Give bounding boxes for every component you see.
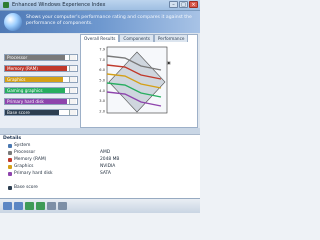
score-value-box bbox=[69, 77, 76, 82]
play-icon[interactable] bbox=[36, 202, 45, 210]
detail-value: AMD bbox=[100, 150, 111, 155]
score-value-box bbox=[69, 55, 76, 60]
save-icon[interactable] bbox=[47, 202, 56, 210]
detail-value: 2048 MB bbox=[100, 157, 120, 162]
banner-description: Shows your computer's performance rating… bbox=[26, 15, 192, 26]
bottom-toolbar bbox=[0, 198, 200, 213]
title-bar: Enhanced Windows Experience Index – □ × bbox=[0, 0, 200, 11]
memory-icon bbox=[8, 158, 12, 162]
y-tick-label: 3.0 bbox=[99, 99, 105, 103]
y-tick-label: 4.0 bbox=[99, 89, 105, 93]
close-button[interactable]: × bbox=[189, 1, 198, 8]
detail-value: SATA bbox=[100, 171, 111, 176]
header-banner: Shows your computer's performance rating… bbox=[0, 11, 200, 33]
score-bar-processor[interactable]: Processor bbox=[4, 54, 78, 61]
tab-performance[interactable]: Performance bbox=[153, 34, 189, 42]
detail-row: Memory (RAM) 2048 MB bbox=[8, 157, 196, 163]
y-tick-label: 7.9 bbox=[99, 48, 105, 52]
base-score-icon bbox=[8, 186, 12, 190]
score-bar-disk[interactable]: Primary hard disk bbox=[4, 98, 78, 105]
score-label: Graphics bbox=[7, 77, 26, 82]
detail-row: Graphics NVIDIA bbox=[8, 164, 196, 170]
chart-panel: 7.9 7.0 6.0 5.0 4.0 3.0 2.0 ▣ bbox=[80, 34, 198, 128]
score-value-box bbox=[69, 66, 76, 71]
app-logo-icon bbox=[4, 13, 22, 31]
disk-icon bbox=[8, 172, 12, 176]
detail-row: Processor AMD bbox=[8, 150, 196, 156]
score-bar-graphics[interactable]: Graphics bbox=[4, 76, 78, 83]
tab-overall[interactable]: Overall Results bbox=[80, 34, 120, 42]
window-title: Enhanced Windows Experience Index bbox=[12, 2, 106, 8]
score-value-box bbox=[69, 99, 76, 104]
score-value-box bbox=[69, 110, 76, 115]
y-tick-label: 6.0 bbox=[99, 68, 105, 72]
minimize-button[interactable]: – bbox=[169, 1, 178, 8]
tab-components[interactable]: Components bbox=[119, 34, 154, 42]
detail-label: Memory (RAM) bbox=[14, 157, 47, 162]
app-icon bbox=[3, 2, 9, 8]
score-label: Primary hard disk bbox=[7, 99, 44, 104]
score-value-box bbox=[69, 88, 76, 93]
maximize-button[interactable]: □ bbox=[179, 1, 188, 8]
score-label: Memory (RAM) bbox=[7, 66, 38, 71]
detail-value: NVIDIA bbox=[100, 164, 116, 169]
y-tick-label: 2.0 bbox=[99, 110, 105, 114]
processor-icon bbox=[8, 151, 12, 155]
device-icon: ▣ bbox=[167, 60, 171, 65]
app-window: Enhanced Windows Experience Index – □ × … bbox=[0, 0, 200, 213]
detail-row: Primary hard disk SATA bbox=[8, 171, 196, 177]
refresh-icon[interactable] bbox=[25, 202, 34, 210]
details-header: Details bbox=[3, 136, 22, 141]
score-bar-memory[interactable]: Memory (RAM) bbox=[4, 65, 78, 72]
score-label: Processor bbox=[7, 55, 28, 60]
score-label: Base score bbox=[7, 110, 30, 115]
y-tick-label: 7.0 bbox=[99, 58, 105, 62]
detail-label: Graphics bbox=[14, 164, 34, 169]
graphics-icon bbox=[8, 165, 12, 169]
score-bar-gaming[interactable]: Gaming graphics bbox=[4, 87, 78, 94]
score-list: Processor Memory (RAM) Graphics Gaming g… bbox=[0, 34, 80, 134]
detail-label: Base score bbox=[14, 185, 38, 190]
detail-label: System bbox=[14, 143, 31, 148]
detail-label: Primary hard disk bbox=[14, 171, 53, 176]
y-tick-label: 5.0 bbox=[99, 79, 105, 83]
system-icon bbox=[8, 144, 12, 148]
tab-strip: Overall Results Components Performance bbox=[80, 34, 198, 42]
forward-icon[interactable] bbox=[14, 202, 23, 210]
detail-row: Base score bbox=[8, 185, 196, 191]
score-bar-base[interactable]: Base score bbox=[4, 109, 78, 116]
details-panel: Details System Processor AMD Memory (RAM… bbox=[0, 134, 200, 199]
back-icon[interactable] bbox=[3, 202, 12, 210]
help-icon[interactable] bbox=[58, 202, 67, 210]
performance-chart: 7.9 7.0 6.0 5.0 4.0 3.0 2.0 ▣ bbox=[99, 46, 171, 114]
detail-label: Processor bbox=[14, 150, 36, 155]
score-label: Gaming graphics bbox=[7, 88, 43, 93]
detail-row: System bbox=[8, 143, 196, 149]
